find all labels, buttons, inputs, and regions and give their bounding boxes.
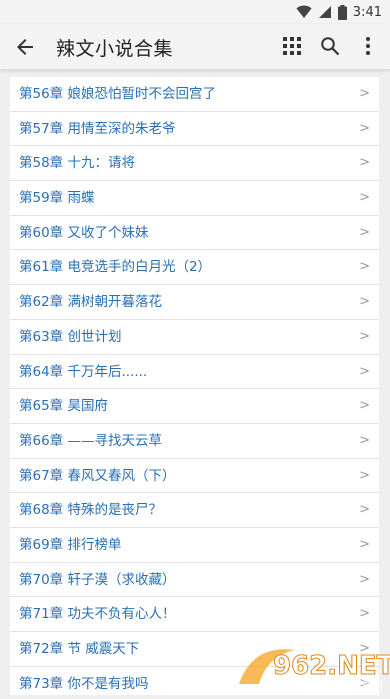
chapter-title: 第58章 十九：请将 (19, 155, 135, 172)
chapter-title: 第69章 排行榜单 (19, 536, 122, 553)
chevron-right-icon: > (359, 86, 370, 101)
back-button[interactable] (13, 35, 37, 59)
chevron-right-icon: > (359, 467, 370, 483)
chapter-item[interactable]: 第60章 又收了个妹妹 > (10, 216, 379, 251)
wifi-icon (296, 5, 312, 18)
chapter-item[interactable]: 第63章 创世计划 > (10, 320, 379, 355)
watermark-sub: 乐游网 (347, 679, 383, 693)
chapter-title: 第71章 功夫不负有心人！ (19, 606, 176, 623)
chapter-title: 第57章 用情至深的朱老爷 (19, 120, 176, 137)
search-button[interactable] (318, 34, 342, 58)
status-time: 3:41 (352, 4, 382, 20)
chevron-right-icon: > (359, 398, 370, 414)
chapter-title: 第59章 雨蝶 (19, 190, 95, 207)
chapter-title: 第56章 娘娘恐怕暂时不会回宫了 (19, 86, 216, 102)
chapter-item[interactable]: 第69章 排行榜单 > (10, 528, 379, 563)
chapter-title: 第65章 昊国府 (19, 398, 108, 415)
chapter-item[interactable]: 第64章 千万年后...... > (10, 355, 379, 390)
app-bar: 辣文小说合集 (0, 24, 390, 70)
chevron-right-icon: > (359, 224, 370, 240)
grid-icon (283, 37, 301, 55)
chevron-right-icon: > (359, 294, 370, 310)
chevron-right-icon: > (359, 363, 370, 379)
signal-icon (318, 6, 331, 18)
chapter-item[interactable]: 第65章 昊国府 > (10, 389, 379, 424)
more-vert-icon (366, 37, 370, 55)
chevron-right-icon: > (359, 502, 370, 518)
chevron-right-icon: > (359, 120, 370, 136)
page-title: 辣文小说合集 (56, 38, 174, 60)
more-options-button[interactable] (356, 34, 380, 58)
chapter-title: 第68章 特殊的是丧尸？ (19, 502, 162, 519)
chapter-title: 第70章 轩子漠（求收藏） (19, 571, 176, 588)
chapter-item[interactable]: 第59章 雨蝶 > (10, 181, 379, 216)
chapter-title: 第66章 ——寻找天云草 (19, 432, 162, 449)
chapter-title: 第67章 春风又春风（下） (19, 467, 176, 484)
chevron-right-icon: > (359, 328, 370, 344)
watermark-logo: 962.NET 乐游网 (235, 640, 390, 695)
chapter-list[interactable]: 第56章 娘娘恐怕暂时不会回宫了 > 第57章 用情至深的朱老爷 > 第58章 十九… (10, 77, 379, 695)
battery-icon (337, 4, 347, 20)
chapter-item[interactable]: 第71章 功夫不负有心人！ > (10, 597, 379, 632)
chapter-title: 第64章 千万年后...... (19, 363, 148, 380)
chapter-title: 第60章 又收了个妹妹 (19, 224, 149, 241)
chevron-right-icon: > (359, 155, 370, 171)
chevron-right-icon: > (359, 571, 370, 587)
chevron-right-icon: > (359, 190, 370, 206)
chapter-item[interactable]: 第70章 轩子漠（求收藏） > (10, 563, 379, 598)
chapter-title: 第63章 创世计划 (19, 328, 122, 345)
chapter-item[interactable]: 第68章 特殊的是丧尸？ > (10, 493, 379, 528)
chapter-title: 第62章 满树朝开暮落花 (19, 294, 162, 311)
arrow-back-icon (17, 39, 33, 55)
grid-view-button[interactable] (280, 34, 304, 58)
chapter-item[interactable]: 第62章 满树朝开暮落花 > (10, 285, 379, 320)
chapter-title: 第73章 你不是有我吗 (19, 675, 149, 692)
watermark-text: 962.NET (273, 651, 390, 681)
toolbar-actions (280, 34, 380, 58)
watermark-icon: 962.NET 乐游网 (239, 649, 390, 693)
status-bar: 3:41 (0, 0, 390, 24)
status-icons: 3:41 (296, 0, 382, 24)
chevron-right-icon: > (359, 259, 370, 275)
chevron-right-icon: > (359, 606, 370, 622)
chapter-title: 第61章 电竞选手的白月光（2） (19, 259, 212, 276)
chapter-item[interactable]: 第56章 娘娘恐怕暂时不会回宫了 > (10, 77, 379, 112)
chapter-item[interactable]: 第67章 春风又春风（下） > (10, 459, 379, 494)
chapter-title: 第72章 节 威震天下 (19, 641, 140, 657)
chapter-item[interactable]: 第61章 电竞选手的白月光（2） > (10, 250, 379, 286)
chapter-item[interactable]: 第57章 用情至深的朱老爷 > (10, 112, 379, 147)
chapter-item[interactable]: 第66章 ——寻找天云草 > (10, 424, 379, 459)
chevron-right-icon: > (359, 536, 370, 552)
chevron-right-icon: > (359, 432, 370, 448)
chapter-item[interactable]: 第58章 十九：请将 > (10, 146, 379, 182)
search-icon (321, 37, 340, 56)
